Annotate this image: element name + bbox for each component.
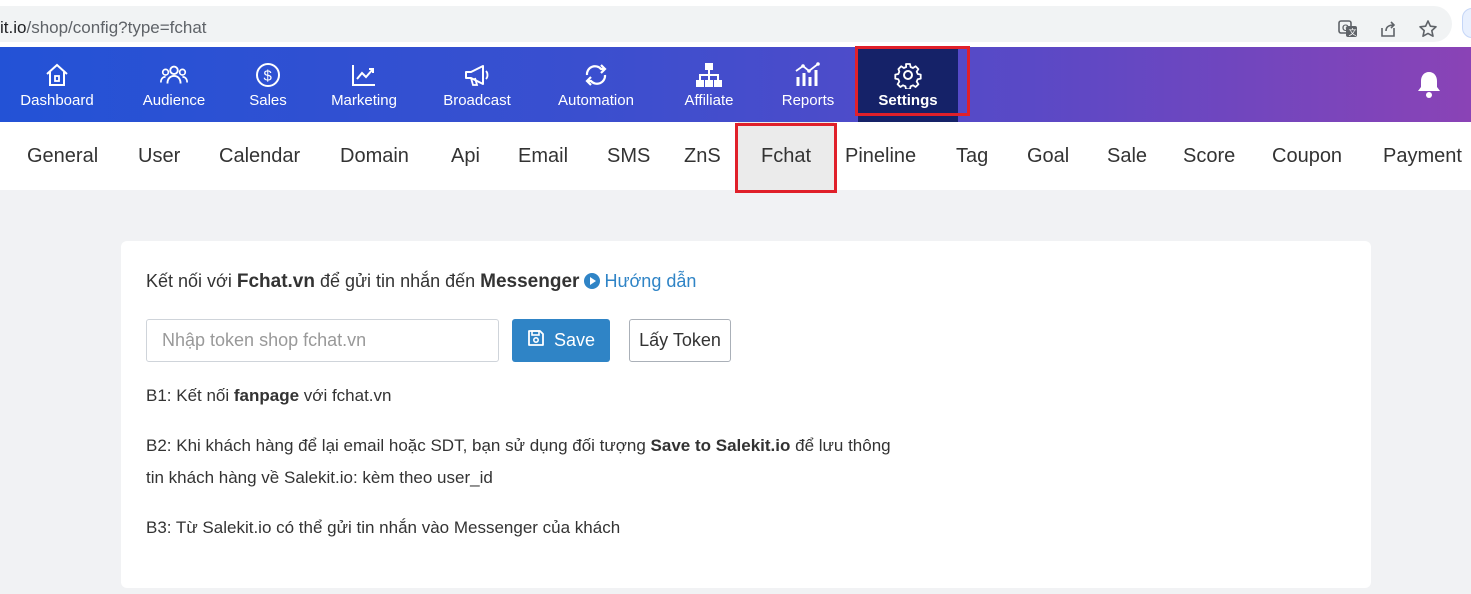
step-1: B1: Kết nối fanpage với fchat.vn <box>146 380 391 412</box>
svg-text:$: $ <box>264 68 273 85</box>
dollar-icon: $ <box>253 60 283 90</box>
nav-automation[interactable]: Automation <box>552 47 640 122</box>
step-3: B3: Từ Salekit.io có thể gửi tin nhắn và… <box>146 518 621 537</box>
url-field[interactable]: it.io/shop/config?type=fchat G文 <box>0 6 1452 42</box>
nav-settings[interactable]: Settings <box>858 47 958 122</box>
tab-payment[interactable]: Payment <box>1383 122 1462 190</box>
tab-goal[interactable]: Goal <box>1027 122 1069 190</box>
tab-calendar[interactable]: Calendar <box>219 122 300 190</box>
token-input[interactable] <box>146 319 499 362</box>
nav-label: Reports <box>781 92 835 109</box>
get-token-button[interactable]: Lấy Token <box>629 319 731 362</box>
guide-link[interactable]: Hướng dẫn <box>584 271 696 291</box>
nav-label: Affiliate <box>684 92 734 109</box>
tab-zns[interactable]: ZnS <box>684 122 721 190</box>
megaphone-icon <box>462 60 492 90</box>
sitemap-icon <box>694 60 724 90</box>
intro-target: Messenger <box>480 271 580 292</box>
intro-prefix: Kết nối với <box>146 271 237 291</box>
nav-label: Broadcast <box>443 92 511 109</box>
star-icon[interactable] <box>1416 17 1440 41</box>
step1-prefix: B1: Kết nối <box>146 386 234 405</box>
chart-line-icon <box>349 60 379 90</box>
save-button[interactable]: Save <box>512 319 610 362</box>
step1-suffix: với fchat.vn <box>299 386 392 405</box>
nav-label: Dashboard <box>20 92 94 109</box>
step2-prefix: B2: Khi khách hàng để lại email hoặc SDT… <box>146 436 651 455</box>
step2-suffix: để lưu thông <box>790 436 891 455</box>
intro-brand: Fchat.vn <box>236 271 315 292</box>
tab-email[interactable]: Email <box>518 122 568 190</box>
home-icon <box>42 60 72 90</box>
refresh-icon <box>581 60 611 90</box>
url-path: /shop/config?type=fchat <box>26 18 207 37</box>
tab-api[interactable]: Api <box>451 122 480 190</box>
nav-broadcast[interactable]: Broadcast <box>438 47 516 122</box>
fchat-config-card: Kết nối với Fchat.vn để gửi tin nhắn đến… <box>121 241 1371 588</box>
tab-pineline[interactable]: Pineline <box>845 122 916 190</box>
step2-line2: tin khách hàng về Salekit.io: kèm theo u… <box>146 468 493 487</box>
url-text[interactable]: it.io/shop/config?type=fchat <box>0 18 207 38</box>
users-icon <box>159 60 189 90</box>
nav-label: Audience <box>142 92 206 109</box>
nav-sales[interactable]: $ Sales <box>245 47 291 122</box>
step-2: B2: Khi khách hàng để lại email hoặc SDT… <box>146 430 891 494</box>
intro-mid: để gửi tin nhắn đến <box>314 271 481 291</box>
share-icon[interactable] <box>1376 17 1400 41</box>
nav-affiliate[interactable]: Affiliate <box>678 47 740 122</box>
nav-label: Automation <box>558 92 634 109</box>
settings-subtabs: General User Calendar Domain Api Email S… <box>0 122 1471 190</box>
tab-domain[interactable]: Domain <box>340 122 409 190</box>
tab-score[interactable]: Score <box>1183 122 1235 190</box>
svg-text:文: 文 <box>1349 27 1357 37</box>
nav-marketing[interactable]: Marketing <box>325 47 403 122</box>
save-label: Save <box>553 330 596 350</box>
tab-user[interactable]: User <box>138 122 180 190</box>
profile-edge-icon[interactable] <box>1462 8 1471 38</box>
tab-sale[interactable]: Sale <box>1107 122 1147 190</box>
bell-icon[interactable] <box>1412 67 1446 101</box>
tab-sms[interactable]: SMS <box>607 122 650 190</box>
step2-bold: Save to Salekit.io <box>650 436 791 455</box>
tab-fchat[interactable]: Fchat <box>738 122 834 190</box>
bar-chart-icon <box>793 60 823 90</box>
tab-general[interactable]: General <box>27 122 98 190</box>
top-navigation: Dashboard Audience $ Sales Marketing Bro… <box>0 47 1471 122</box>
nav-audience[interactable]: Audience <box>135 47 213 122</box>
nav-label: Marketing <box>331 92 397 109</box>
intro-text: Kết nối với Fchat.vn để gửi tin nhắn đến… <box>146 271 696 293</box>
tab-tag[interactable]: Tag <box>956 122 988 190</box>
nav-label: Settings <box>878 92 938 109</box>
url-host: it.io <box>0 18 27 37</box>
browser-address-bar: it.io/shop/config?type=fchat G文 <box>0 0 1471 47</box>
gear-icon <box>893 60 923 90</box>
nav-reports[interactable]: Reports <box>776 47 840 122</box>
guide-label: Hướng dẫn <box>604 271 697 291</box>
nav-dashboard[interactable]: Dashboard <box>10 47 104 122</box>
save-icon <box>527 329 545 352</box>
tab-coupon[interactable]: Coupon <box>1272 122 1342 190</box>
nav-label: Sales <box>249 92 287 109</box>
translate-icon[interactable]: G文 <box>1336 17 1360 41</box>
play-circle-icon <box>584 273 601 289</box>
step1-bold: fanpage <box>233 386 300 405</box>
